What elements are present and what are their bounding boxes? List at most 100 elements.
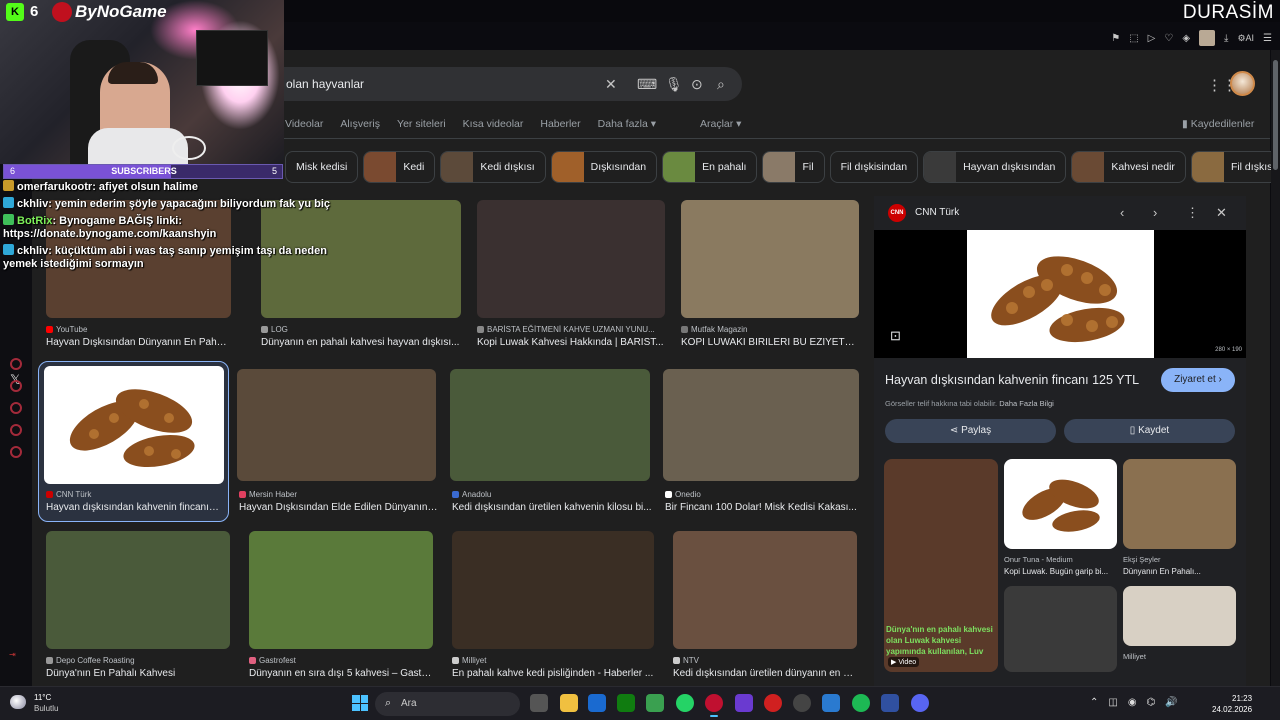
discord-icon[interactable] [911, 694, 929, 712]
task-view-icon[interactable] [530, 694, 548, 712]
result-thumbnail[interactable] [681, 200, 859, 318]
lens-icon[interactable]: ⊙ [691, 76, 703, 93]
result-source[interactable]: Depo Coffee Roasting [46, 656, 135, 665]
keyboard-icon[interactable]: ⌨ [637, 76, 657, 93]
store-icon[interactable] [588, 694, 606, 712]
result-caption[interactable]: KOPI LUWAKI BİRİLERİ BU EZİYETE... [681, 337, 859, 348]
steam-icon[interactable] [793, 694, 811, 712]
related-source[interactable]: Milliyet [1123, 652, 1146, 661]
history-icon[interactable] [10, 380, 22, 392]
tools-button[interactable]: Araçlar ▾ [700, 118, 741, 130]
result-source[interactable]: CNN Türk [46, 490, 91, 499]
ai-button[interactable]: ⚙AI [1237, 33, 1254, 44]
result-source[interactable]: YouTube [46, 325, 87, 334]
screenshot-icon[interactable]: ⬚ [1129, 33, 1138, 44]
result-caption[interactable]: Hayvan dışkısından kahvenin fincanı 1... [46, 502, 221, 513]
result-thumbnail[interactable] [44, 366, 224, 484]
filter-chip[interactable]: En pahalı [662, 151, 758, 183]
related-caption[interactable]: Dünyanın En Pahalı... [1123, 567, 1236, 576]
app-icon[interactable] [822, 694, 840, 712]
avatar[interactable] [1230, 71, 1255, 96]
clear-icon[interactable]: ✕ [605, 76, 617, 93]
microphone-icon[interactable]: 🎙 [665, 76, 683, 93]
scrollbar-thumb[interactable] [1273, 60, 1278, 170]
tab-short-videos[interactable]: Kısa videolar [463, 118, 524, 130]
result-thumbnail[interactable] [46, 531, 230, 649]
tab-news[interactable]: Haberler [540, 118, 580, 130]
search-input[interactable]: olan hayvanlar [286, 77, 364, 91]
result-caption[interactable]: Dünyanın en sıra dışı 5 kahvesi – Gastro… [249, 668, 433, 679]
previous-icon[interactable]: ‹ [1120, 205, 1124, 220]
filter-chip[interactable]: Kahvesi nedir [1071, 151, 1186, 183]
close-icon[interactable]: ✕ [1216, 205, 1227, 221]
heart-icon[interactable]: ♡ [1164, 33, 1173, 44]
taskbar-search[interactable]: ⌕ Ara [375, 692, 520, 716]
result-thumbnail[interactable] [477, 200, 665, 318]
tab-videos[interactable]: Videolar [285, 118, 323, 130]
result-caption[interactable]: Dünyanın en pahalı kahvesi hayvan dışkıs… [261, 337, 461, 348]
profile-thumb[interactable] [1199, 30, 1216, 46]
related-source[interactable]: Ekşi Şeyler [1123, 555, 1161, 564]
scrollbar[interactable] [1271, 50, 1280, 686]
clock[interactable]: 21:23 24.02.2026 [1212, 693, 1252, 715]
related-caption[interactable]: Kopi Luwak. Bugün garip bi... [1004, 567, 1117, 576]
search-icon[interactable]: ⌕ [717, 76, 725, 93]
download-icon[interactable] [10, 402, 22, 414]
menu-icon[interactable]: ☰ [1263, 33, 1272, 44]
sidebar-app-icon[interactable] [10, 358, 22, 370]
xbox-icon[interactable] [617, 694, 635, 712]
result-source[interactable]: BARİSTA EĞİTMENİ KAHVE UZMANI YUNU... [477, 325, 655, 334]
filter-chip[interactable]: Kedi dışkısı [440, 151, 546, 183]
tab-places[interactable]: Yer siteleri [397, 118, 446, 130]
network-icon[interactable]: ⌬ [1147, 697, 1156, 708]
opera-icon[interactable] [705, 694, 723, 717]
filter-chip[interactable]: Hayvan dışkısından [923, 151, 1067, 183]
result-source[interactable]: Onedio [665, 490, 701, 499]
play-icon[interactable]: ▷ [1148, 33, 1156, 44]
file-explorer-icon[interactable] [560, 694, 578, 712]
app-icon[interactable] [764, 694, 782, 712]
visit-button[interactable]: Ziyaret et › [1161, 368, 1235, 392]
related-image[interactable]: Dünya'nın en pahalı kahvesi olan Luwak k… [884, 459, 998, 672]
settings-icon[interactable] [10, 446, 22, 458]
result-source[interactable]: Gastrofest [249, 656, 296, 665]
result-caption[interactable]: En pahalı kahve kedi pisliğinden - Haber… [452, 668, 654, 679]
filter-chip[interactable]: Misk kedisi [285, 151, 359, 183]
tab-more[interactable]: Daha fazla ▾ [598, 118, 656, 130]
save-button[interactable]: ▯ Kaydet [1064, 419, 1235, 443]
result-thumbnail[interactable] [663, 369, 859, 481]
related-image[interactable] [1004, 586, 1117, 672]
tray-app-icon[interactable]: ◫ [1108, 697, 1117, 708]
app-icon[interactable] [735, 694, 753, 712]
related-image[interactable] [1004, 459, 1117, 549]
saved-button[interactable]: ▮ Kaydedilenler [1182, 118, 1254, 130]
sidebar-app-icon[interactable] [10, 424, 22, 436]
result-thumbnail[interactable] [450, 369, 650, 481]
bookmark-icon[interactable]: ⚑ [1111, 33, 1120, 44]
result-source[interactable]: Mersin Haber [239, 490, 297, 499]
result-thumbnail[interactable] [237, 369, 436, 481]
filter-chip[interactable]: Fil dışkisindan [829, 151, 919, 183]
more-icon[interactable]: ⋮ [1186, 205, 1199, 221]
result-source[interactable]: Milliyet [452, 656, 486, 665]
result-caption[interactable]: Kedi dışkısından üretilen kahvenin kilos… [452, 502, 652, 513]
download-icon[interactable]: ⤓ [1224, 33, 1228, 44]
result-source[interactable]: LOG [261, 325, 288, 334]
result-caption[interactable]: Bir Fincanı 100 Dolar! Misk Kedisi Kakas… [665, 502, 861, 513]
start-button[interactable] [352, 695, 368, 711]
lens-icon[interactable]: ⊡ [890, 328, 901, 344]
tab-shopping[interactable]: Alışveriş [340, 118, 380, 130]
result-thumbnail[interactable] [249, 531, 433, 649]
result-source[interactable]: Mutfak Magazin [681, 325, 747, 334]
spotify-icon[interactable] [852, 694, 870, 712]
sidebar-expand[interactable]: ⇥ [9, 650, 16, 659]
chevron-up-icon[interactable]: ⌃ [1090, 697, 1098, 708]
filter-chip[interactable]: Dışkısından [550, 151, 658, 183]
app-icon[interactable] [881, 694, 899, 712]
result-thumbnail[interactable] [673, 531, 857, 649]
related-image[interactable] [1123, 459, 1236, 549]
result-source[interactable]: NTV [673, 656, 699, 665]
result-caption[interactable]: Dünya'nın En Pahalı Kahvesi [46, 668, 230, 679]
result-caption[interactable]: Hayvan Dışkısından Elde Edilen Dünyanın … [239, 502, 438, 513]
result-source[interactable]: Anadolu [452, 490, 491, 499]
